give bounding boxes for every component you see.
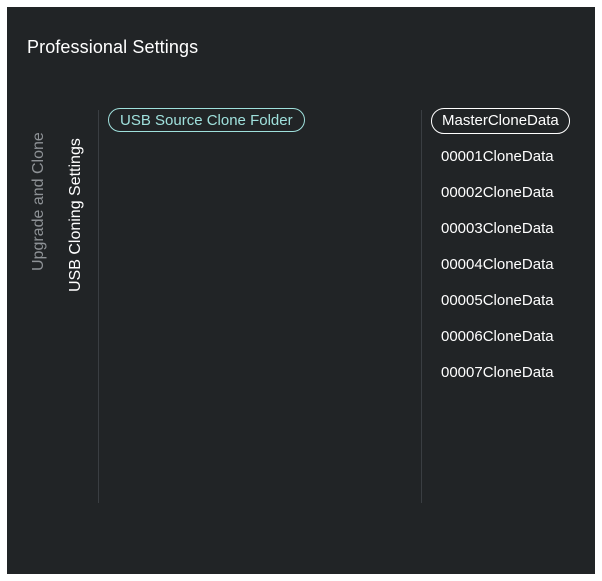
folder-option[interactable]: 00006CloneData [431,324,570,350]
nav-current-usb-cloning-settings[interactable]: USB Cloning Settings [67,138,85,292]
page-title: Professional Settings [27,37,199,57]
folder-option[interactable]: 00007CloneData [431,360,570,386]
clone-folder-list: MasterCloneData 00001CloneData 00002Clon… [431,108,570,396]
folder-option[interactable]: 00002CloneData [431,180,570,206]
folder-option-selected[interactable]: MasterCloneData [431,108,570,134]
column-divider [98,110,99,503]
folder-option[interactable]: 00003CloneData [431,216,570,242]
tv-settings-screen: Professional Settings Upgrade and Clone … [7,7,595,574]
folder-option[interactable]: 00005CloneData [431,288,570,314]
menu-item-usb-source-clone-folder[interactable]: USB Source Clone Folder [108,108,305,132]
folder-option[interactable]: 00001CloneData [431,144,570,170]
folder-option[interactable]: 00004CloneData [431,252,570,278]
column-divider [421,110,422,503]
nav-parent-upgrade-and-clone[interactable]: Upgrade and Clone [30,132,48,271]
